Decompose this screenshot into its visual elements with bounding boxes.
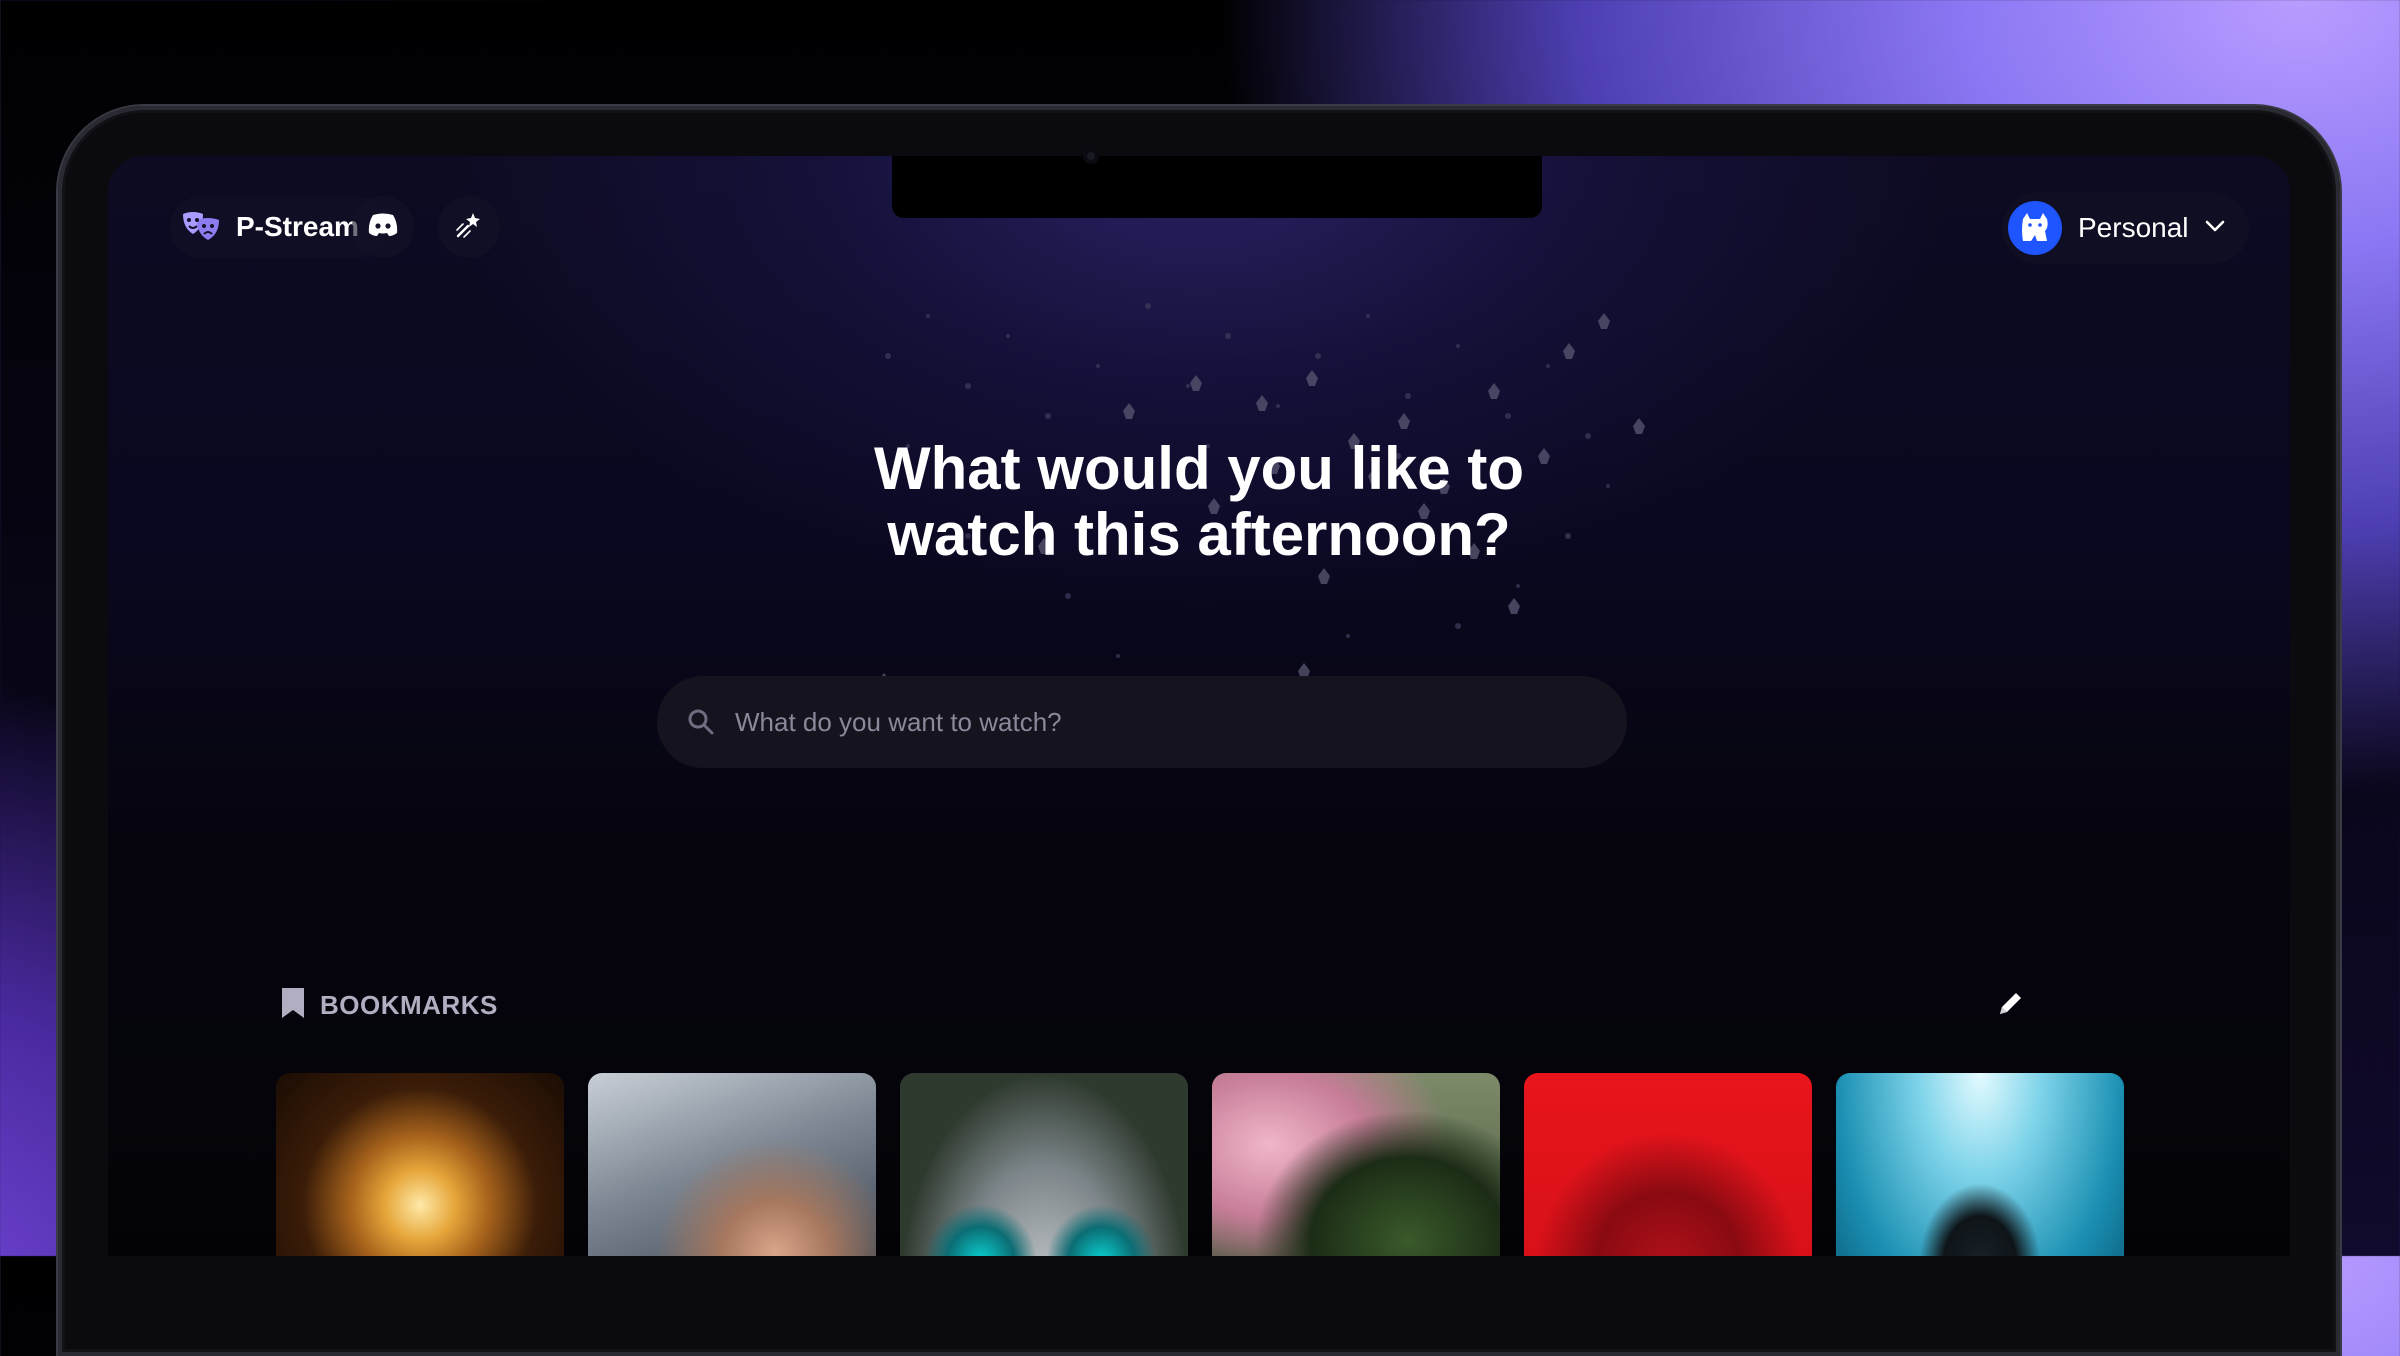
bookmark-card-gold-disco-ball[interactable] — [276, 1073, 564, 1256]
search-icon — [687, 707, 717, 737]
edit-bookmarks-button[interactable] — [1988, 982, 2034, 1028]
avatar — [2008, 201, 2062, 255]
theater-masks-icon — [180, 206, 222, 248]
hero-title: What would you like to watch this aftern… — [649, 436, 1749, 568]
pencil-icon — [1996, 988, 2026, 1023]
profile-menu-button[interactable]: Personal — [2002, 192, 2249, 264]
chevron-down-icon — [2205, 219, 2225, 238]
bookmark-card-green-witch[interactable] — [1212, 1073, 1500, 1256]
bookmark-card-robot-eyes[interactable] — [900, 1073, 1188, 1256]
bookmarks-header: BOOKMARKS — [280, 986, 498, 1025]
brand-name: P-Stream — [236, 211, 359, 242]
camera-dot — [1083, 148, 1099, 164]
app-screen: P-Stream Personal What would you like to… — [108, 156, 2290, 1256]
wand-button[interactable] — [438, 196, 500, 258]
bookmarks-list — [276, 1073, 2124, 1256]
profile-name: Personal — [2078, 212, 2189, 243]
cat-icon — [2022, 213, 2048, 241]
wand-icon — [454, 210, 484, 245]
bookmarks-title: BOOKMARKS — [320, 990, 498, 1020]
hero-title-line-1: What would you like to — [874, 435, 1524, 502]
hero-title-line-2: watch this afternoon? — [887, 501, 1511, 568]
discord-button[interactable] — [352, 196, 414, 258]
search-bar[interactable] — [657, 676, 1627, 768]
bookmark-card-red-rose-hood[interactable] — [1524, 1073, 1812, 1256]
discord-icon — [367, 213, 399, 242]
bookmark-icon — [280, 986, 306, 1025]
bookmark-card-man-portrait[interactable] — [588, 1073, 876, 1256]
search-input[interactable] — [733, 696, 1597, 748]
bookmark-card-black-cat-underwater[interactable] — [1836, 1073, 2124, 1256]
